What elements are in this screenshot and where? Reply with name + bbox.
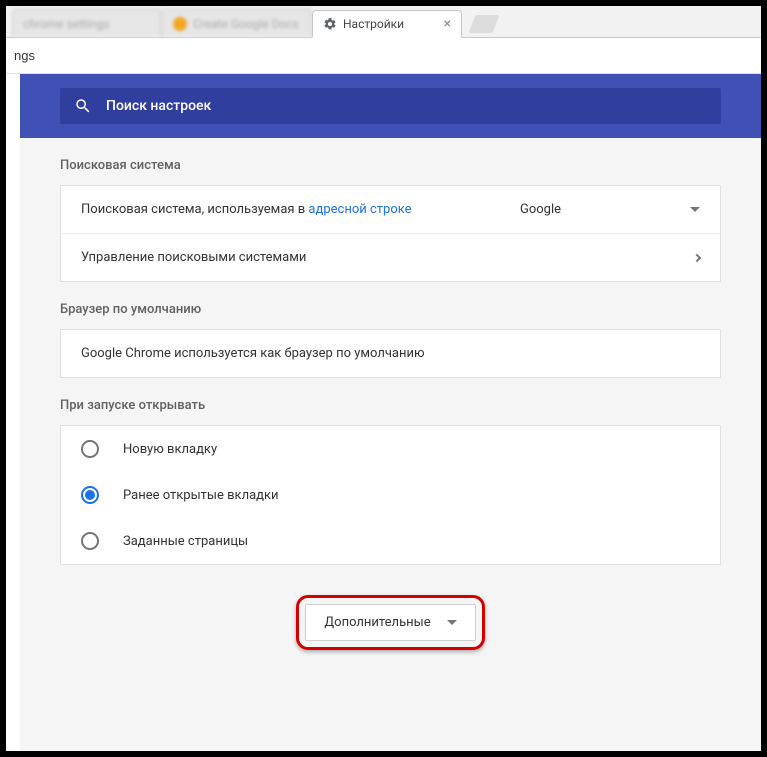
advanced-button[interactable]: Дополнительные [305, 604, 475, 641]
gear-icon [323, 17, 337, 31]
section-title: Поисковая система [60, 158, 721, 173]
search-placeholder: Поиск настроек [106, 98, 211, 114]
dropdown-triangle-icon [690, 207, 700, 212]
search-banner: Поиск настроек [20, 74, 761, 138]
radio-label: Новую вкладку [123, 442, 217, 457]
status-text: Google Chrome используется как браузер п… [81, 346, 700, 361]
search-icon [74, 97, 92, 115]
radio-label: Заданные страницы [123, 534, 248, 549]
tab-bar: chrome settings Create Google Docs Настр… [6, 6, 761, 38]
radio-button[interactable] [81, 440, 99, 458]
highlight-annotation: Дополнительные [296, 595, 484, 650]
dropdown-triangle-icon [447, 620, 457, 625]
section-title: Браузер по умолчанию [60, 302, 721, 317]
row-label: Поисковая система, используемая в адресн… [81, 202, 520, 217]
address-bar[interactable]: ngs [6, 38, 761, 74]
row-search-engine-select: Поисковая система, используемая в адресн… [61, 186, 720, 233]
address-bar-link[interactable]: адресной строке [308, 202, 411, 217]
radio-label: Ранее открытые вкладки [123, 488, 279, 503]
row-manage-search-engines[interactable]: Управление поисковыми системами [61, 233, 720, 281]
startup-option-row[interactable]: Новую вкладку [61, 426, 720, 472]
search-input[interactable]: Поиск настроек [60, 88, 721, 124]
row-default-browser-status: Google Chrome используется как браузер п… [61, 330, 720, 377]
startup-option-row[interactable]: Заданные страницы [61, 518, 720, 564]
tab-inactive-2[interactable]: Create Google Docs [162, 9, 312, 37]
radio-button[interactable] [81, 532, 99, 550]
section-on-startup: При запуске открывать Новую вкладку Ранее… [20, 378, 761, 565]
startup-option-row[interactable]: Ранее открытые вкладки [61, 472, 720, 518]
tab-active-settings[interactable]: Настройки × [312, 10, 462, 38]
close-icon[interactable]: × [444, 17, 451, 31]
section-search-engine: Поисковая система Поисковая система, исп… [20, 138, 761, 282]
section-default-browser: Браузер по умолчанию Google Chrome испол… [20, 282, 761, 378]
advanced-label: Дополнительные [324, 615, 430, 630]
chevron-right-icon [693, 253, 701, 261]
search-engine-dropdown[interactable]: Google [520, 202, 660, 217]
tab-title: Настройки [343, 17, 404, 31]
radio-button[interactable] [81, 486, 99, 504]
section-title: При запуске открывать [60, 398, 721, 413]
address-text: ngs [14, 48, 35, 63]
tab-inactive-1[interactable]: chrome settings [12, 9, 162, 37]
new-tab-button[interactable] [469, 15, 500, 33]
row-label: Управление поисковыми системами [81, 250, 694, 265]
